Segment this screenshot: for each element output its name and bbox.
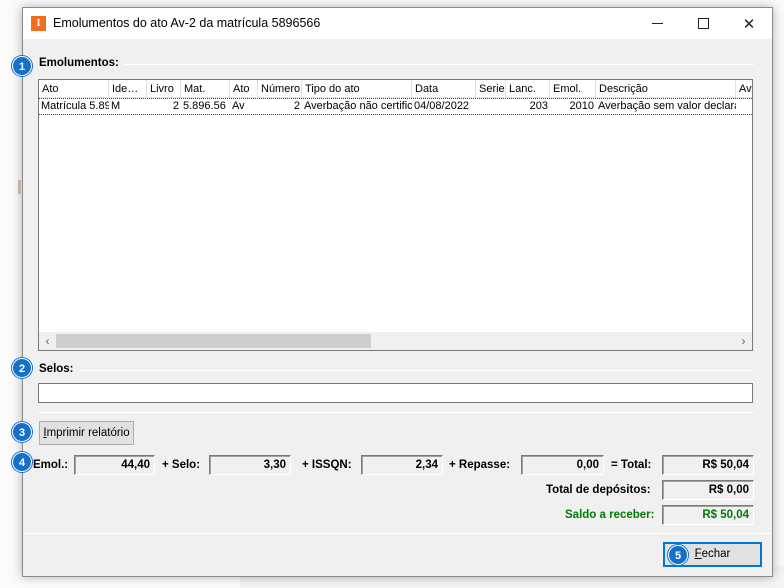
table-cell: [476, 99, 506, 114]
selos-label: Selos:: [39, 363, 74, 375]
column-header[interactable]: Data: [412, 80, 476, 98]
issqn-value: 2,34: [361, 455, 443, 475]
table-cell: 04/08/2022: [414, 100, 470, 112]
table-cell: [736, 99, 752, 114]
total-label: = Total:: [611, 459, 652, 471]
selo-label: + Selo:: [162, 459, 201, 471]
repasse-label: + Repasse:: [449, 459, 511, 471]
depositos-value: R$ 0,00: [662, 480, 754, 500]
step-badge-1: 1: [12, 56, 32, 76]
close-window-button[interactable]: ✕: [726, 8, 772, 39]
scroll-right-icon[interactable]: ›: [735, 332, 752, 350]
column-header[interactable]: Ava: [736, 80, 752, 98]
table-cell: Matrícula 5.89: [41, 100, 109, 112]
table-cell: Averbação sem valor declara: [598, 100, 736, 112]
step-badge-5: 5: [668, 545, 688, 565]
table-cell: Averbação não certific: [304, 100, 412, 112]
column-header[interactable]: Número: [258, 80, 302, 98]
separator: [24, 533, 771, 534]
column-header[interactable]: Lanc.: [506, 80, 550, 98]
table-cell: 5.896.56: [183, 100, 226, 112]
minimize-icon: [651, 23, 663, 24]
table-cell: 2: [293, 100, 300, 112]
group-divider: [124, 64, 754, 65]
print-report-button[interactable]: Imprimir relatório: [39, 421, 134, 445]
step-badge-2: 2: [12, 358, 32, 378]
column-header[interactable]: Emol.: [550, 80, 596, 98]
minimize-button[interactable]: [634, 8, 680, 39]
total-value: R$ 50,04: [662, 455, 754, 475]
emol-value: 44,40: [74, 455, 155, 475]
column-header[interactable]: Ato: [39, 80, 109, 98]
print-label-rest: mprimir relatório: [46, 427, 130, 439]
table-cell: 2: [172, 100, 179, 112]
title-bar: I Emolumentos do ato Av-2 da matrícula 5…: [23, 8, 772, 39]
column-header[interactable]: Ide…: [109, 80, 147, 98]
maximize-icon: [697, 18, 709, 29]
grid-header: Ato Ide… Livro Mat. Ato Número Tipo do a…: [39, 80, 752, 98]
depositos-label: Total de depósitos:: [546, 484, 651, 496]
app-logo-icon: I: [31, 16, 46, 31]
scrollbar-thumb[interactable]: [56, 334, 371, 348]
saldo-value: R$ 50,04: [662, 505, 754, 525]
group-divider: [80, 370, 754, 371]
scroll-left-icon[interactable]: ‹: [39, 332, 56, 350]
column-header[interactable]: Ato: [230, 80, 258, 98]
horizontal-scrollbar[interactable]: ‹ ›: [39, 332, 752, 350]
background-accent: [18, 180, 21, 194]
table-cell: Av: [232, 100, 245, 112]
selos-list[interactable]: [38, 383, 753, 403]
issqn-label: + ISSQN:: [302, 459, 352, 471]
close-mnemonic: F: [694, 548, 702, 560]
table-row[interactable]: Matrícula 5.89 M 2 5.896.56 Av 2 Averbaç…: [39, 98, 752, 115]
table-cell: 203: [529, 100, 548, 112]
step-badge-4: 4: [12, 452, 32, 472]
emol-label: Emol.:: [33, 459, 69, 471]
table-cell: M: [111, 100, 121, 112]
column-header[interactable]: Tipo do ato: [302, 80, 412, 98]
saldo-label: Saldo a receber:: [565, 509, 655, 521]
repasse-value: 0,00: [521, 455, 604, 475]
emolumentos-grid[interactable]: Ato Ide… Livro Mat. Ato Número Tipo do a…: [38, 79, 753, 351]
emolumentos-label: Emolumentos:: [39, 57, 119, 69]
column-header[interactable]: Livro: [147, 80, 181, 98]
table-cell: 2010: [569, 100, 594, 112]
maximize-button[interactable]: [680, 8, 726, 39]
column-header[interactable]: Mat.: [181, 80, 230, 98]
column-header[interactable]: Descrição: [596, 80, 736, 98]
column-header[interactable]: Serie: [476, 80, 506, 98]
window-title: Emolumentos do ato Av-2 da matrícula 589…: [53, 16, 321, 30]
separator: [38, 412, 754, 413]
close-icon: ✕: [742, 15, 756, 33]
selo-value: 3,30: [209, 455, 291, 475]
close-label-rest: echar: [701, 548, 731, 560]
step-badge-3: 3: [12, 422, 32, 442]
